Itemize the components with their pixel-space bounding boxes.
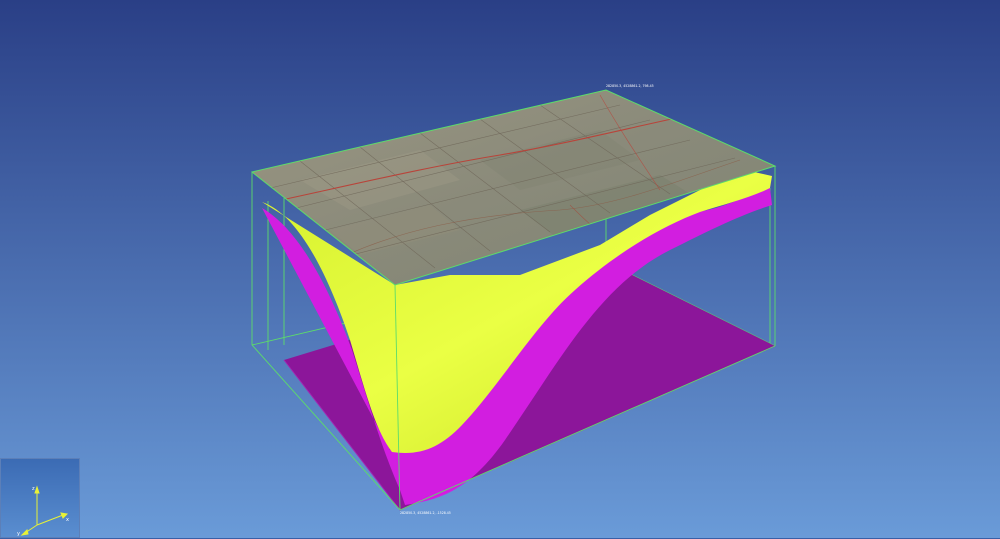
3d-scene[interactable]: 282850.3, 4528861.2, 798.45 282850.3, 45… [0,0,1000,538]
top-corner-coordinate-label: 282850.3, 4528861.2, 798.45 [606,84,654,88]
orientation-axis-widget[interactable]: z x y [0,458,80,538]
bottom-corner-coordinate-label: 282850.3, 4528861.2, -1528.45 [400,511,451,515]
y-axis-label: y [17,531,20,537]
3d-viewport[interactable]: 282850.3, 4528861.2, 798.45 282850.3, 45… [0,0,1000,538]
xyz-axes-icon: z x y [17,485,69,537]
z-axis-label: z [32,486,35,492]
x-axis-label: x [66,517,69,523]
